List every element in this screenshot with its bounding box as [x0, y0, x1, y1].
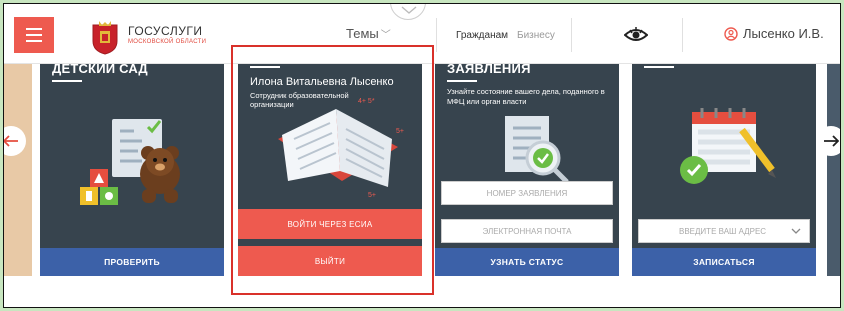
address-placeholder: ВВЕДИТЕ ВАШ АДРЕС — [679, 226, 767, 236]
previous-card-edge — [4, 64, 32, 276]
chevron-down-icon — [791, 228, 801, 234]
card-description: Узнайте состояние вашего дела, поданного… — [447, 87, 605, 106]
calendar-illustration — [680, 108, 776, 184]
card-title: ДЕТСКИЙ САД — [52, 64, 148, 76]
brand-title: ГОСУСЛУГИ — [128, 24, 203, 38]
coat-of-arms-logo[interactable] — [90, 21, 120, 55]
title-underline — [52, 80, 82, 82]
user-icon — [724, 26, 738, 41]
address-select[interactable]: ВВЕДИТЕ ВАШ АДРЕС — [638, 219, 810, 243]
arrow-right-icon — [824, 135, 839, 147]
menu-bar — [26, 28, 42, 30]
card-applications: ЗАЯВЛЕНИЯ Узнайте состояние вашего дела,… — [435, 64, 619, 276]
chevron-down-icon: ﹀ — [380, 30, 391, 41]
check-status-button[interactable]: УЗНАТЬ СТАТУС — [435, 248, 619, 276]
nav-citizens[interactable]: Гражданам — [456, 30, 508, 41]
user-profile[interactable]: Лысенко И.В. — [724, 26, 824, 41]
email-input[interactable]: ЭЛЕКТРОННАЯ ПОЧТА — [441, 219, 613, 243]
next-card-edge — [827, 64, 840, 276]
header-divider — [571, 18, 572, 52]
check-button[interactable]: ПРОВЕРИТЬ — [40, 248, 224, 276]
scroll-down-handle[interactable] — [390, 4, 426, 20]
hamburger-menu-button[interactable] — [14, 17, 54, 53]
card-appointment: ВВЕДИТЕ ВАШ АДРЕС ЗАПИСАТЬСЯ — [632, 64, 816, 276]
title-underline — [447, 80, 477, 82]
themes-label: Темы — [346, 26, 379, 41]
menu-bar — [26, 34, 42, 36]
kindergarten-illustration — [80, 119, 180, 205]
header-divider — [682, 18, 683, 52]
title-underline — [644, 66, 674, 68]
user-name: Лысенко И.В. — [743, 26, 824, 41]
brand-subtitle: МОСКОВСКОЙ ОБЛАСТИ — [128, 39, 207, 45]
app-frame: ГОСУСЛУГИ МОСКОВСКОЙ ОБЛАСТИ Темы ﹀ Гражд… — [3, 3, 841, 308]
card-title: ЗАЯВЛЕНИЯ — [447, 64, 531, 76]
menu-bar — [26, 40, 42, 42]
nav-business[interactable]: Бизнесу — [517, 30, 555, 41]
themes-dropdown[interactable]: Темы ﹀ — [346, 26, 391, 41]
carousel-next-button[interactable] — [816, 126, 840, 156]
application-number-input[interactable]: НОМЕР ЗАЯВЛЕНИЯ — [441, 181, 613, 205]
highlight-annotation-box — [231, 45, 434, 295]
chevron-down-icon — [401, 6, 417, 14]
arrow-left-icon — [4, 135, 18, 147]
card-kindergarten: ДЕТСКИЙ САД ПРОВЕРИТЬ — [40, 64, 224, 276]
brand[interactable]: ГОСУСЛУГИ МОСКОВСКОЙ ОБЛАСТИ — [128, 24, 206, 45]
low-vision-eye-icon[interactable] — [624, 26, 648, 44]
sign-up-button[interactable]: ЗАПИСАТЬСЯ — [632, 248, 816, 276]
header-divider — [436, 18, 437, 52]
